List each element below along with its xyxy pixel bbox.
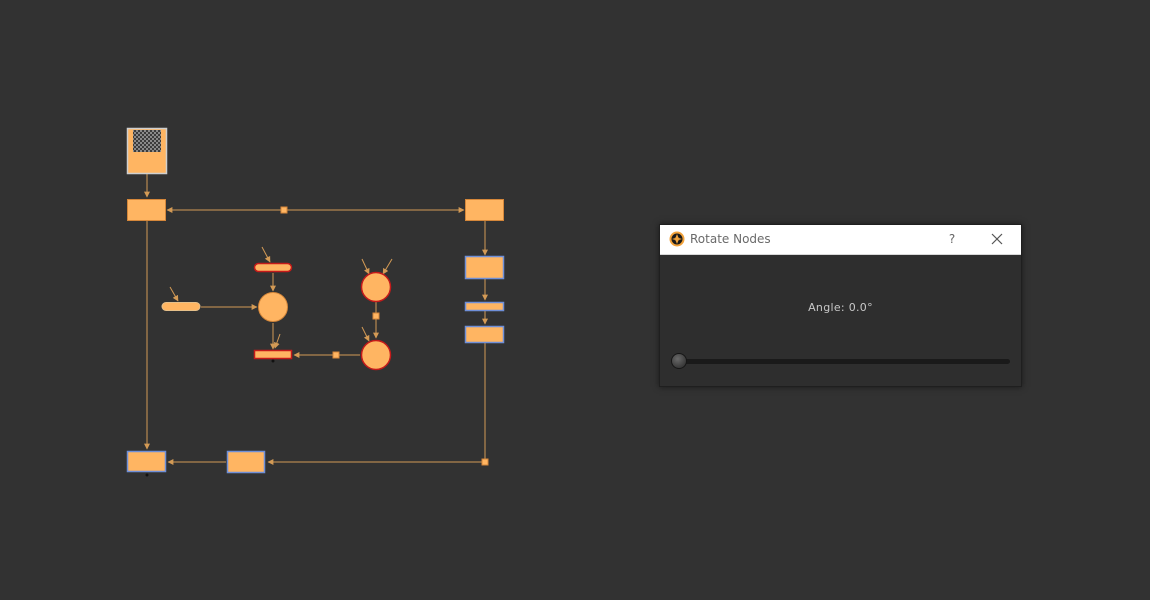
nuke-app-icon: [669, 231, 685, 247]
node: [465, 199, 504, 221]
rotate-nodes-dialog: Rotate Nodes ? Angle: 0.0°: [659, 224, 1022, 387]
selected-node: [464, 325, 505, 344]
thumbnail-image: [133, 130, 161, 152]
close-icon: [991, 233, 1003, 245]
dot-node: [372, 312, 380, 320]
close-button[interactable]: [982, 228, 1012, 250]
read-node[interactable]: [126, 127, 168, 175]
selected-node: [464, 301, 505, 312]
help-button[interactable]: ?: [940, 228, 964, 250]
dot-node: [332, 351, 340, 359]
red-circle-node: [360, 271, 392, 303]
selected-node: [464, 255, 505, 280]
red-node: [253, 349, 293, 360]
input-arrow: [361, 326, 370, 342]
input-arrow: [261, 246, 271, 263]
node: [127, 199, 166, 221]
edges: [144, 174, 488, 465]
red-circle-node: [360, 339, 392, 371]
selected-node: [126, 450, 167, 473]
angle-slider-track[interactable]: [674, 359, 1010, 364]
dot-node: [280, 206, 288, 214]
input-arrow: [361, 258, 370, 275]
dialog-titlebar[interactable]: Rotate Nodes ?: [660, 225, 1021, 255]
angle-slider-handle[interactable]: [671, 353, 687, 369]
input-arrow: [169, 286, 179, 302]
input-arrow: [382, 258, 393, 275]
angle-label: Angle: 0.0°: [808, 301, 873, 314]
dot-node: [481, 458, 489, 466]
dialog-title: Rotate Nodes: [690, 232, 771, 246]
input-arrow: [273, 333, 281, 349]
red-pill-node: [253, 262, 293, 273]
pill-node: [161, 302, 201, 311]
nodes[interactable]: [126, 199, 505, 474]
selected-node: [226, 450, 266, 474]
dot-nodes[interactable]: [280, 206, 489, 466]
help-icon: ?: [948, 232, 956, 246]
circle-node: [258, 292, 288, 322]
